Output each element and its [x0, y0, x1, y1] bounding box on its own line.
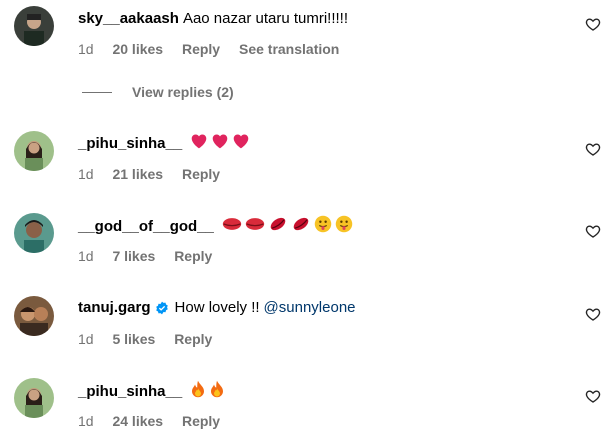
like-count[interactable]: 20 likes [112, 41, 163, 57]
red-heart-icon [211, 133, 229, 155]
reply-button[interactable]: Reply [174, 331, 212, 347]
comment-meta: 1d 24 likes Reply [78, 412, 235, 430]
view-replies-label: View replies (2) [132, 84, 234, 100]
comment-line: _pihu_sinha__ [78, 380, 225, 404]
lips-icon [245, 216, 265, 238]
like-count[interactable]: 5 likes [112, 331, 155, 347]
divider [82, 91, 112, 93]
heart-outline-icon[interactable] [585, 388, 601, 404]
fire-icon [209, 380, 225, 404]
kiss-mark-icon [268, 215, 288, 239]
comment-text: Aao nazar utaru tumri!!!!! [182, 10, 349, 27]
fire-icon [190, 380, 206, 404]
comment-meta: 1d 20 likes Reply See translation [78, 40, 354, 58]
see-translation-link[interactable]: See translation [239, 41, 339, 57]
reply-button[interactable]: Reply [182, 413, 220, 429]
username[interactable]: tanuj.garg [78, 298, 151, 318]
like-count[interactable]: 21 likes [112, 166, 163, 182]
comment-meta: 1d 5 likes Reply [78, 330, 227, 348]
kiss-mark-icon [291, 215, 311, 239]
heart-outline-icon[interactable] [585, 141, 601, 157]
reply-button[interactable]: Reply [174, 248, 212, 264]
avatar[interactable] [14, 131, 54, 171]
comment-text: How lovely !! [174, 299, 260, 316]
tongue-face-icon [335, 215, 353, 239]
reply-button[interactable]: Reply [182, 166, 220, 182]
avatar[interactable] [14, 6, 54, 46]
comment-line: __god__of__god__ [78, 215, 353, 239]
red-heart-icon [190, 133, 208, 155]
timestamp: 1d [78, 248, 94, 264]
username[interactable]: sky__aakaash [78, 9, 179, 29]
like-count[interactable]: 24 likes [112, 413, 163, 429]
comment-line: tanuj.garg How lovely !! @sunnyleone [78, 298, 356, 318]
comment-line: sky__aakaash Aao nazar utaru tumri!!!!! [78, 9, 348, 29]
timestamp: 1d [78, 166, 94, 182]
username[interactable]: _pihu_sinha__ [78, 382, 182, 402]
avatar[interactable] [14, 213, 54, 253]
heart-outline-icon[interactable] [585, 223, 601, 239]
comment-meta: 1d 21 likes Reply [78, 165, 235, 183]
reply-button[interactable]: Reply [182, 41, 220, 57]
lips-icon [222, 216, 242, 238]
heart-outline-icon[interactable] [585, 306, 601, 322]
timestamp: 1d [78, 331, 94, 347]
timestamp: 1d [78, 413, 94, 429]
avatar[interactable] [14, 296, 54, 336]
mention-link[interactable]: @sunnyleone [264, 298, 356, 318]
view-replies-button[interactable]: View replies (2) [82, 84, 234, 100]
avatar[interactable] [14, 378, 54, 418]
tongue-face-icon [314, 215, 332, 239]
red-heart-icon [232, 133, 250, 155]
comment-line: _pihu_sinha__ [78, 133, 250, 155]
heart-outline-icon[interactable] [585, 16, 601, 32]
comment-meta: 1d 7 likes Reply [78, 247, 227, 265]
timestamp: 1d [78, 41, 94, 57]
username[interactable]: __god__of__god__ [78, 217, 214, 237]
like-count[interactable]: 7 likes [112, 248, 155, 264]
verified-badge-icon [155, 301, 168, 315]
username[interactable]: _pihu_sinha__ [78, 134, 182, 154]
